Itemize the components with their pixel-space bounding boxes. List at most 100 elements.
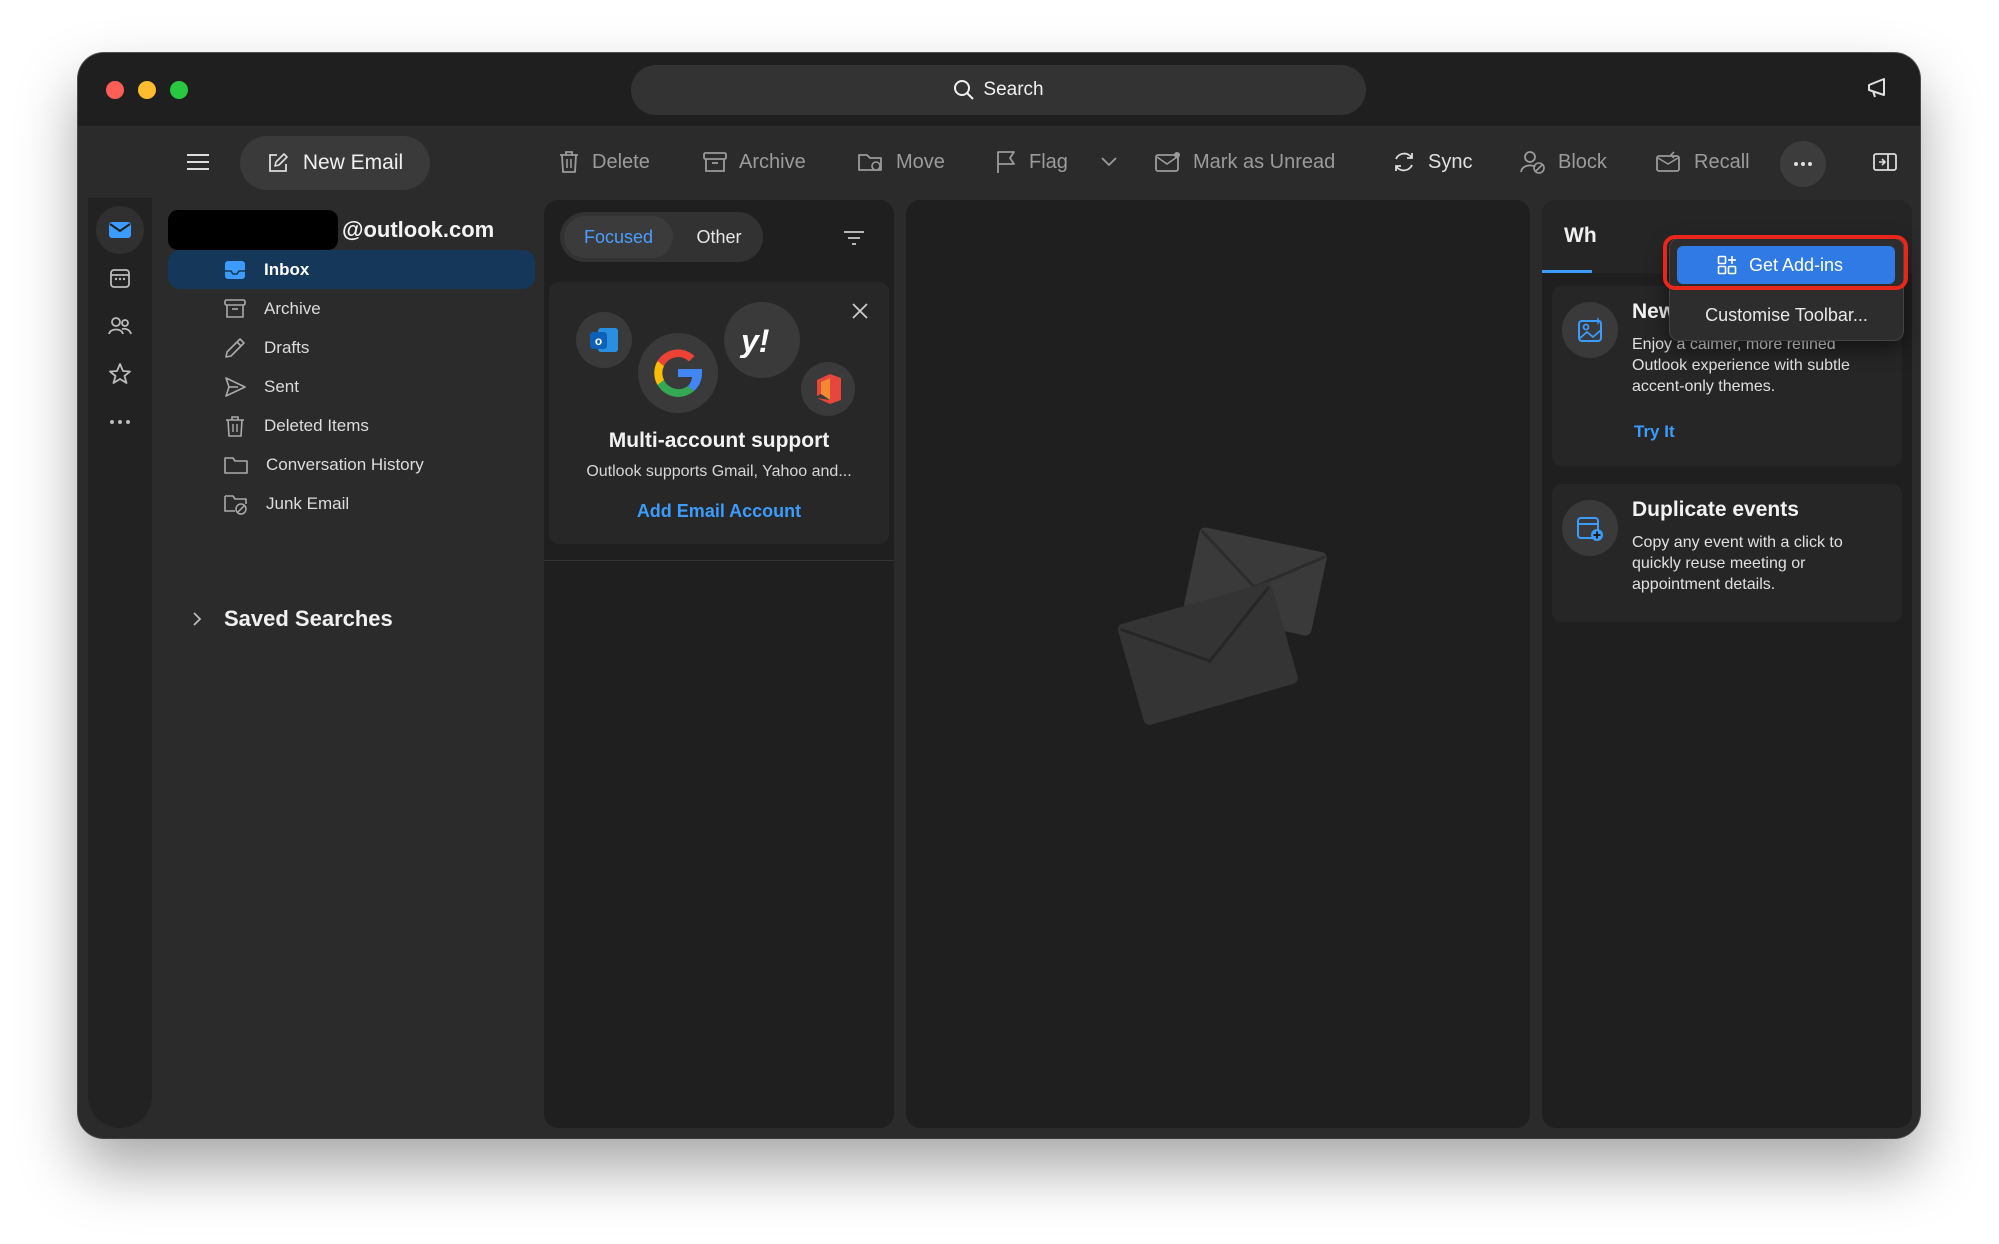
archive-button[interactable]: Archive (703, 126, 806, 198)
add-email-account-link[interactable]: Add Email Account (549, 501, 889, 522)
new-email-button[interactable]: New Email (240, 136, 430, 190)
highlight-annotation (1663, 235, 1908, 290)
folder-archive[interactable]: Archive (168, 289, 535, 328)
chevron-down-icon (1101, 157, 1117, 167)
delete-button[interactable]: Delete (558, 126, 650, 198)
hamburger-icon (187, 154, 209, 170)
megaphone-icon[interactable] (1866, 77, 1892, 99)
mail-icon (109, 222, 131, 238)
inbox-tabs: Focused Other (560, 212, 763, 262)
archive-icon (703, 152, 727, 172)
card-description: Outlook supports Gmail, Yahoo and... (586, 463, 852, 480)
reading-pane (906, 200, 1530, 1128)
folder-label: Sent (264, 376, 299, 396)
folder-label: Junk Email (266, 493, 350, 513)
whats-new-tab[interactable]: Wh (1564, 224, 1597, 248)
recall-label: Recall (1694, 150, 1750, 173)
folder-junk-email[interactable]: Junk Email (168, 484, 535, 523)
mail-unread-icon (1155, 152, 1180, 172)
calendar-nav-button[interactable] (96, 254, 144, 302)
people-nav-button[interactable] (96, 302, 144, 350)
favorites-nav-button[interactable] (96, 350, 144, 398)
zoom-window-button[interactable] (170, 81, 188, 99)
folder-label: Conversation History (266, 454, 424, 474)
folder-label: Deleted Items (264, 415, 369, 435)
card-title: Multi-account support (608, 429, 830, 452)
more-horizontal-icon (1794, 162, 1812, 166)
more-options-button[interactable] (1780, 141, 1826, 187)
folder-label: Drafts (264, 337, 310, 357)
try-it-link[interactable]: Try It (1634, 422, 1675, 442)
trash-icon (226, 415, 244, 437)
star-icon (109, 363, 131, 384)
pencil-icon (225, 337, 245, 358)
sync-icon (1395, 152, 1413, 172)
empty-envelopes-illustration (1117, 527, 1327, 725)
mark-unread-label: Mark as Unread (1193, 150, 1336, 173)
tab-focused[interactable]: Focused (564, 216, 673, 258)
app-rail (88, 136, 152, 1128)
search-bar[interactable]: Search (631, 65, 1366, 115)
calendar-add-icon (1562, 500, 1618, 556)
archive-icon (224, 298, 246, 318)
recall-icon (1656, 151, 1680, 172)
close-window-button[interactable] (106, 81, 124, 99)
more-apps-button[interactable] (96, 398, 144, 446)
sync-button[interactable]: Sync (1392, 126, 1472, 198)
sidebar-toggle-button[interactable] (186, 126, 210, 198)
message-list-pane: Focused Other o y! Multi-account support… (544, 200, 894, 1128)
themes-icon (1562, 302, 1618, 358)
multi-account-card: o y! Multi-account support Outlook suppo… (549, 282, 889, 544)
folder-move-icon (858, 154, 882, 171)
svg-text:o: o (595, 334, 602, 348)
account-header[interactable]: @outlook.com (168, 210, 494, 250)
send-icon (225, 376, 246, 397)
flag-options-button[interactable] (1100, 126, 1118, 198)
block-button[interactable]: Block (1520, 126, 1607, 198)
folder-sent[interactable]: Sent (168, 367, 535, 406)
reading-pane-toggle[interactable] (1873, 126, 1897, 198)
outlook-logo-icon: o (576, 312, 632, 368)
folder-conversation-history[interactable]: Conversation History (168, 445, 535, 484)
tab-other[interactable]: Other (679, 216, 759, 258)
flag-button[interactable]: Flag (995, 126, 1068, 198)
tip-card: Duplicate events Copy any event with a c… (1552, 484, 1902, 622)
move-label: Move (896, 150, 945, 173)
title-bar: Search (78, 53, 1920, 126)
calendar-icon (110, 269, 130, 288)
compose-icon (268, 153, 288, 172)
office-logo-icon (801, 362, 855, 416)
block-user-icon (1520, 151, 1545, 174)
people-icon (108, 317, 132, 335)
mark-unread-button[interactable]: Mark as Unread (1155, 126, 1335, 198)
trash-icon (560, 151, 578, 173)
svg-text:y!: y! (739, 323, 770, 358)
folder-label: Inbox (264, 259, 310, 279)
folder-inbox[interactable]: Inbox (168, 250, 535, 289)
customise-toolbar-menu-item[interactable]: Customise Toolbar... (1670, 297, 1903, 333)
folder-deleted-items[interactable]: Deleted Items (168, 406, 535, 445)
google-logo-icon (638, 333, 718, 413)
delete-label: Delete (592, 150, 650, 173)
junk-icon (224, 494, 247, 515)
saved-searches-label: Saved Searches (224, 606, 393, 631)
search-label: Search (983, 79, 1044, 100)
mail-nav-button[interactable] (96, 206, 144, 254)
outlook-window: Search Delete Archive Move Flag Mark as … (78, 53, 1920, 1138)
move-button[interactable]: Move (858, 126, 945, 198)
tab-underline (1542, 270, 1592, 273)
folder-icon (224, 456, 248, 474)
close-icon[interactable] (851, 302, 869, 320)
more-horizontal-icon (110, 420, 130, 424)
minimize-window-button[interactable] (138, 81, 156, 99)
filter-icon[interactable] (843, 230, 865, 246)
flag-icon (997, 151, 1015, 173)
recall-button[interactable]: Recall (1656, 126, 1750, 198)
divider (544, 560, 894, 561)
account-email: @outlook.com (342, 217, 495, 242)
search-icon (954, 80, 975, 100)
folder-drafts[interactable]: Drafts (168, 328, 535, 367)
block-label: Block (1558, 150, 1607, 173)
archive-label: Archive (739, 150, 806, 173)
saved-searches-toggle[interactable]: Saved Searches (192, 606, 393, 632)
